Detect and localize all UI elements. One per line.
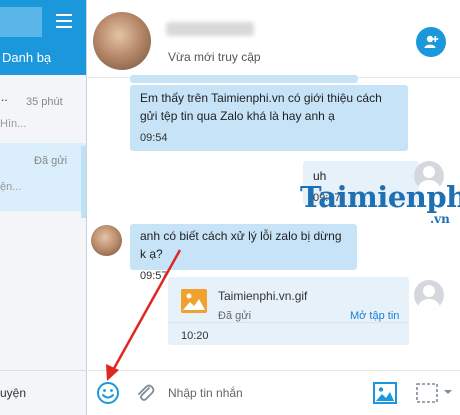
watermark-logo: Taimienphi: [300, 180, 460, 214]
conversation-name: ..: [1, 90, 8, 104]
screenshot-button[interactable]: [415, 381, 439, 405]
incoming-message[interactable]: anh có biết cách xử lý lỗi zalo bị dừng …: [130, 224, 357, 282]
contacts-tab[interactable]: Danh bạ: [2, 50, 51, 65]
send-image-button[interactable]: [373, 381, 397, 405]
conversation-preview: ện...: [0, 181, 22, 193]
attach-button[interactable]: [133, 381, 157, 405]
contact-status: Vừa mới truy cập: [168, 50, 261, 64]
conversation-preview: Hìn...: [0, 118, 27, 130]
divider: [168, 322, 409, 323]
add-friend-icon: [424, 35, 439, 48]
menu-icon[interactable]: [56, 14, 72, 28]
incoming-message[interactable]: Em thấy trên Taimienphi.vn có giới thiệu…: [130, 85, 408, 151]
search-box[interactable]: [0, 7, 42, 37]
sidebar-footer: uyện: [0, 370, 86, 415]
contact-placeholder-icon: [414, 280, 444, 310]
message-list[interactable]: Em thấy trên Taimienphi.vn có giới thiệu…: [88, 75, 460, 370]
chat-header: Vừa mới truy cập: [88, 0, 460, 78]
sidebar-header: Danh bạ: [0, 0, 86, 75]
message-text: anh có biết cách xử lý lỗi zalo bị dừng …: [140, 229, 342, 261]
file-image-icon: [181, 289, 207, 313]
file-message[interactable]: Taimienphi.vn.gif Đã gửi Mở tập tin 10:2…: [168, 277, 409, 345]
sidebar-footer-label[interactable]: uyện: [0, 386, 26, 400]
message-input[interactable]: [168, 379, 368, 407]
conversation-sidebar: Danh bạ .. 35 phút Hìn... Đã gửi ện... u…: [0, 0, 87, 415]
previous-message-bubble: [130, 75, 358, 83]
sender-avatar[interactable]: [91, 225, 122, 256]
conversation-time: 35 phút: [26, 96, 63, 108]
message-time: 10:20: [181, 330, 209, 342]
chevron-down-icon[interactable]: [443, 387, 453, 397]
sidebar-scrollbar[interactable]: [81, 146, 86, 218]
conversation-item-active[interactable]: Đã gửi ện...: [0, 143, 86, 211]
emoji-button[interactable]: [96, 381, 120, 405]
image-icon: [373, 382, 397, 404]
message-text: Em thấy trên Taimienphi.vn có giới thiệu…: [140, 91, 382, 123]
contact-avatar[interactable]: [93, 12, 151, 70]
watermark-suffix: .vn: [430, 212, 450, 226]
screenshot-icon: [416, 383, 438, 403]
conversation-item[interactable]: .. 35 phút Hìn...: [0, 88, 86, 140]
composer-bar: [88, 370, 460, 415]
emoji-icon: [97, 382, 119, 404]
conversation-status: Đã gửi: [34, 155, 68, 167]
file-name: Taimienphi.vn.gif: [218, 289, 308, 303]
message-time: 09:54: [140, 132, 168, 144]
contact-name-blurred: [166, 22, 254, 36]
add-friend-button[interactable]: [416, 27, 446, 57]
attach-icon: [138, 384, 155, 401]
